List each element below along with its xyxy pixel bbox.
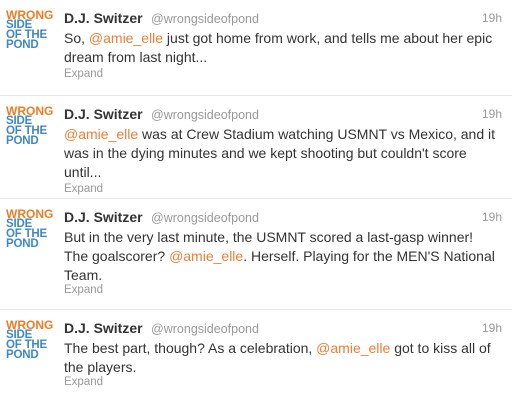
display-name[interactable]: D.J. Switzer [64,106,143,122]
user-handle[interactable]: @wrongsideofpond [151,12,259,26]
tweet-text-segment: So, [64,30,89,46]
avatar[interactable]: WRONG SIDE OF THE POND [6,105,54,147]
timestamp[interactable]: 19h [482,321,502,335]
user-handle[interactable]: @wrongsideofpond [151,322,259,336]
tweet-header: D.J. Switzer @wrongsideofpond 19h [64,106,502,124]
avatar[interactable]: WRONG SIDE OF THE POND [6,319,54,361]
timestamp[interactable]: 19h [482,210,502,224]
avatar-line: POND [6,349,39,361]
tweet-header: D.J. Switzer @wrongsideofpond 19h [64,209,502,227]
timestamp[interactable]: 19h [482,11,502,25]
user-handle[interactable]: @wrongsideofpond [151,108,259,122]
tweet-text: So, @amie_elle just got home from work, … [64,29,498,67]
expand-link[interactable]: Expand [64,68,103,80]
display-name[interactable]: D.J. Switzer [64,10,143,26]
mention-link[interactable]: @amie_elle [316,340,390,356]
tweet-item[interactable]: WRONG SIDE OF THE POND D.J. Switzer @wro… [0,0,512,96]
expand-link[interactable]: Expand [64,284,103,296]
avatar-line: POND [6,238,39,250]
user-handle[interactable]: @wrongsideofpond [151,211,259,225]
tweet-header: D.J. Switzer @wrongsideofpond 19h [64,10,502,28]
mention-link[interactable]: @amie_elle [89,30,163,46]
tweet-text: But in the very last minute, the USMNT s… [64,228,498,285]
mention-link[interactable]: @amie_elle [64,126,138,142]
display-name[interactable]: D.J. Switzer [64,320,143,336]
timestamp[interactable]: 19h [482,107,502,121]
tweet-text-segment: The best part, though? As a celebration, [64,340,317,356]
avatar[interactable]: WRONG SIDE OF THE POND [6,9,54,51]
mention-link[interactable]: @amie_elle [169,248,243,264]
tweet-header: D.J. Switzer @wrongsideofpond 19h [64,320,502,338]
tweet-item[interactable]: WRONG SIDE OF THE POND D.J. Switzer @wro… [0,96,512,199]
tweet-feed: WRONG SIDE OF THE POND D.J. Switzer @wro… [0,0,512,401]
avatar-line: POND [6,135,39,147]
tweet-item[interactable]: WRONG SIDE OF THE POND D.J. Switzer @wro… [0,199,512,310]
expand-link[interactable]: Expand [64,376,103,388]
avatar[interactable]: WRONG SIDE OF THE POND [6,208,54,250]
expand-link[interactable]: Expand [64,183,103,195]
tweet-text: The best part, though? As a celebration,… [64,339,498,377]
display-name[interactable]: D.J. Switzer [64,209,143,225]
tweet-item[interactable]: WRONG SIDE OF THE POND D.J. Switzer @wro… [0,310,512,401]
avatar-line: POND [6,39,39,51]
tweet-text: @amie_elle was at Crew Stadium watching … [64,125,498,182]
